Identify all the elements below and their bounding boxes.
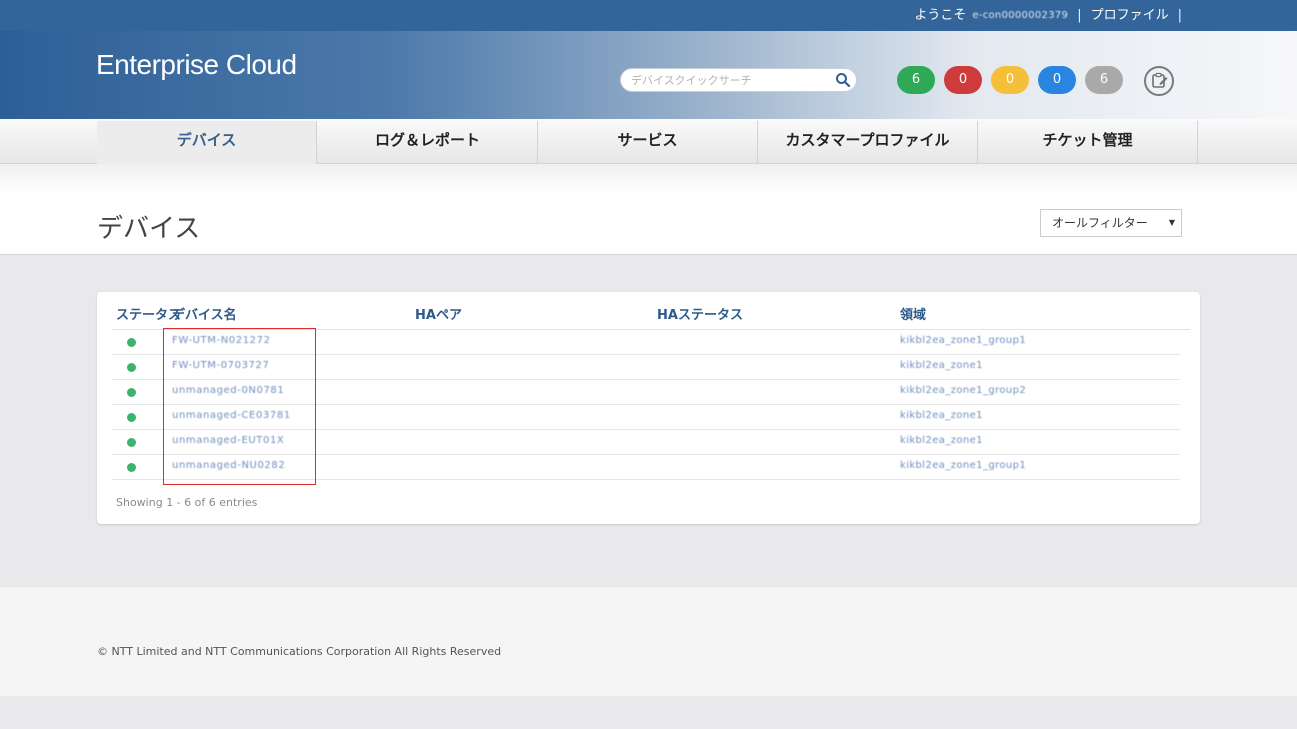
page-title: デバイス bbox=[97, 214, 201, 244]
status-dot bbox=[127, 363, 136, 372]
device-name-link[interactable]: unmanaged-CE03781 bbox=[172, 410, 291, 421]
table-row[interactable]: unmanaged-NU0282 kikbl2ea_zone1_group1 bbox=[112, 455, 1180, 480]
badge-blue[interactable]: 0 bbox=[1038, 66, 1076, 94]
device-quick-search[interactable] bbox=[620, 68, 857, 92]
top-bar: ようこそ e-con0000002379 | プロファイル | bbox=[0, 0, 1297, 31]
region-cell: kikbl2ea_zone1_group1 bbox=[900, 460, 1027, 471]
filter-value: オールフィルター bbox=[1052, 216, 1148, 230]
search-input[interactable] bbox=[631, 72, 831, 88]
status-badges: 6 0 0 0 6 bbox=[897, 66, 1123, 94]
search-icon[interactable] bbox=[835, 72, 851, 88]
status-dot bbox=[127, 388, 136, 397]
caret-down-icon: ▼ bbox=[1168, 218, 1175, 227]
region-cell: kikbl2ea_zone1 bbox=[900, 435, 983, 446]
table-row[interactable]: unmanaged-CE03781 kikbl2ea_zone1 bbox=[112, 405, 1180, 430]
badge-red[interactable]: 0 bbox=[944, 66, 982, 94]
filter-select[interactable]: オールフィルター ▼ bbox=[1040, 209, 1182, 237]
logo: Enterprise Cloud bbox=[96, 49, 297, 80]
notes-edit-icon[interactable] bbox=[1144, 66, 1174, 96]
tab-ticket-management[interactable]: チケット管理 bbox=[978, 121, 1198, 163]
col-device-name[interactable]: デバイス名 bbox=[172, 304, 237, 323]
col-region[interactable]: 領域 bbox=[900, 304, 926, 323]
device-table-card: ステータス デバイス名 HAペア HAステータス 領域 FW-UTM-N0212… bbox=[97, 292, 1200, 524]
table-row[interactable]: FW-UTM-N021272 kikbl2ea_zone1_group1 bbox=[112, 330, 1180, 355]
copyright: © NTT Limited and NTT Communications Cor… bbox=[97, 645, 502, 658]
welcome-label: ようこそ bbox=[914, 8, 967, 23]
table-row[interactable]: unmanaged-0N0781 kikbl2ea_zone1_group2 bbox=[112, 380, 1180, 405]
badge-green[interactable]: 6 bbox=[897, 66, 935, 94]
entries-info: Showing 1 - 6 of 6 entries bbox=[116, 496, 258, 509]
table-row[interactable]: unmanaged-EUT01X kikbl2ea_zone1 bbox=[112, 430, 1180, 455]
tab-logs-reports[interactable]: ログ＆レポート bbox=[318, 121, 538, 163]
region-cell: kikbl2ea_zone1_group2 bbox=[900, 385, 1027, 396]
table-row[interactable]: FW-UTM-0703727 kikbl2ea_zone1 bbox=[112, 355, 1180, 380]
tab-services[interactable]: サービス bbox=[538, 121, 758, 163]
region-cell: kikbl2ea_zone1_group1 bbox=[900, 335, 1027, 346]
badge-yellow[interactable]: 0 bbox=[991, 66, 1029, 94]
device-name-link[interactable]: unmanaged-EUT01X bbox=[172, 435, 284, 446]
device-name-link[interactable]: unmanaged-0N0781 bbox=[172, 385, 284, 396]
status-dot bbox=[127, 338, 136, 347]
col-ha-pair[interactable]: HAペア bbox=[415, 304, 462, 323]
device-name-link[interactable]: unmanaged-NU0282 bbox=[172, 460, 285, 471]
main-nav: デバイス ログ＆レポート サービス カスタマープロファイル チケット管理 bbox=[0, 119, 1297, 171]
status-dot bbox=[127, 438, 136, 447]
row-divider bbox=[112, 479, 1180, 480]
region-cell: kikbl2ea_zone1 bbox=[900, 360, 983, 371]
profile-link[interactable]: プロファイル bbox=[1091, 0, 1169, 31]
divider: | bbox=[1077, 8, 1082, 23]
col-ha-status[interactable]: HAステータス bbox=[657, 304, 743, 323]
header: Enterprise Cloud 6 0 0 0 6 bbox=[0, 31, 1297, 119]
user-id: e-con0000002379 bbox=[972, 10, 1069, 21]
status-dot bbox=[127, 463, 136, 472]
welcome-area: ようこそ e-con0000002379 | プロファイル | bbox=[914, 0, 1185, 31]
status-dot bbox=[127, 413, 136, 422]
title-strip: デバイス オールフィルター ▼ bbox=[0, 164, 1297, 255]
region-cell: kikbl2ea_zone1 bbox=[900, 410, 983, 421]
divider: | bbox=[1177, 8, 1182, 23]
footer: © NTT Limited and NTT Communications Cor… bbox=[0, 587, 1297, 696]
device-name-link[interactable]: FW-UTM-0703727 bbox=[172, 360, 269, 371]
tab-customer-profile[interactable]: カスタマープロファイル bbox=[758, 121, 978, 163]
badge-gray[interactable]: 6 bbox=[1085, 66, 1123, 94]
device-name-link[interactable]: FW-UTM-N021272 bbox=[172, 335, 271, 346]
